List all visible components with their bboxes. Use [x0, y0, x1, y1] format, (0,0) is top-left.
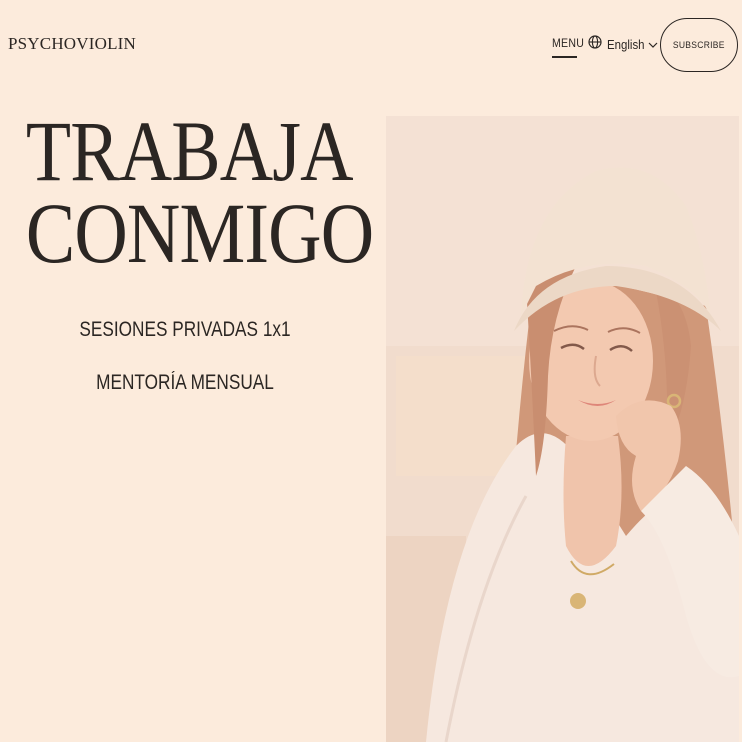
hero-photo: [386, 116, 739, 742]
service-private-sessions[interactable]: SESIONES PRIVADAS 1x1: [33, 316, 336, 343]
service-monthly-mentoring[interactable]: MENTORÍA MENSUAL: [33, 369, 336, 396]
page-title: TRABAJA CONMIGO: [25, 103, 374, 281]
services-list: SESIONES PRIVADAS 1x1 MENTORÍA MENSUAL: [0, 316, 370, 422]
subscribe-label: SUBSCRIBE: [673, 39, 725, 51]
title-line-2: CONMIGO: [25, 185, 374, 281]
subscribe-button[interactable]: SUBSCRIBE: [660, 18, 738, 72]
menu-link[interactable]: MENU: [552, 36, 584, 50]
chevron-down-icon: [648, 36, 658, 54]
language-selector[interactable]: English: [588, 35, 658, 54]
title-line-1: TRABAJA: [25, 103, 354, 199]
language-label: English: [607, 37, 645, 52]
globe-icon: [588, 35, 602, 54]
site-logo[interactable]: PSYCHOVIOLIN: [8, 34, 136, 54]
menu-active-underline: [552, 56, 577, 58]
